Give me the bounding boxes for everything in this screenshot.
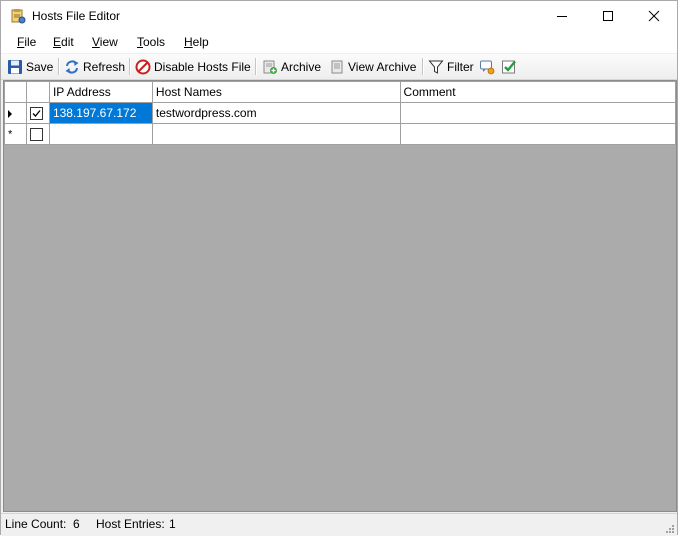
toolbar-separator bbox=[255, 58, 256, 75]
menu-bar: File Edit View Tools Help bbox=[1, 31, 677, 53]
new-row-indicator[interactable]: * bbox=[4, 123, 27, 145]
show-enabled-button[interactable] bbox=[498, 55, 520, 78]
filter-button[interactable]: Filter bbox=[425, 55, 477, 78]
toolbar-separator bbox=[129, 58, 130, 75]
hosts-table: IP Address Host Names Comment 138.197.67… bbox=[4, 81, 676, 145]
minimize-button[interactable] bbox=[539, 1, 585, 31]
refresh-button[interactable]: Refresh bbox=[61, 55, 128, 78]
new-row-marker: * bbox=[8, 128, 13, 141]
main-window: Hosts File Editor File Edit View Tools H… bbox=[0, 0, 678, 536]
enabled-checkbox[interactable] bbox=[29, 128, 43, 142]
view-archive-button[interactable]: View Archive bbox=[326, 55, 419, 78]
green-check-icon bbox=[502, 60, 516, 73]
menu-tools[interactable]: Tools bbox=[130, 31, 172, 53]
menu-help-label: elp bbox=[192, 35, 209, 49]
host-names-cell[interactable] bbox=[151, 123, 401, 145]
toolbar-separator bbox=[58, 58, 59, 75]
floppy-disk-icon bbox=[8, 59, 22, 74]
header-row: IP Address Host Names Comment bbox=[4, 81, 676, 103]
host-names-column-header[interactable]: Host Names bbox=[151, 81, 401, 103]
menu-help-accel: H bbox=[184, 35, 193, 49]
window-title: Hosts File Editor bbox=[32, 9, 121, 23]
save-button[interactable]: Save bbox=[4, 55, 56, 78]
line-count-value: 6 bbox=[73, 517, 80, 531]
ip-address-cell[interactable]: 138.197.67.172 bbox=[48, 102, 153, 124]
current-row-indicator[interactable] bbox=[4, 102, 27, 124]
resize-grip-icon[interactable] bbox=[665, 524, 675, 534]
menu-edit[interactable]: Edit bbox=[46, 31, 81, 53]
disable-hosts-file-button[interactable]: Disable Hosts File bbox=[132, 55, 254, 78]
menu-file[interactable]: File bbox=[10, 31, 43, 53]
row-arrow-icon bbox=[8, 109, 12, 118]
checkmark-icon bbox=[32, 110, 41, 118]
title-bar[interactable]: Hosts File Editor bbox=[1, 1, 677, 31]
refresh-arrows-icon bbox=[65, 59, 79, 74]
hosts-file-icon bbox=[11, 9, 26, 24]
host-names-cell[interactable]: testwordpress.com bbox=[151, 102, 401, 124]
hosts-grid[interactable]: IP Address Host Names Comment 138.197.67… bbox=[3, 80, 677, 512]
table-row[interactable]: 138.197.67.172 testwordpress.com bbox=[4, 102, 676, 124]
close-button[interactable] bbox=[631, 1, 677, 31]
comment-cell[interactable] bbox=[399, 102, 676, 124]
menu-file-label: ile bbox=[24, 35, 37, 49]
minimize-icon bbox=[557, 16, 567, 17]
enabled-cell[interactable] bbox=[25, 123, 50, 145]
comment-filter-icon bbox=[480, 60, 495, 74]
line-count-label: Line Count: bbox=[5, 517, 67, 531]
close-icon bbox=[648, 10, 660, 22]
new-row[interactable]: * bbox=[4, 123, 676, 145]
enabled-cell[interactable] bbox=[25, 102, 50, 124]
status-bar: Line Count: 6 Host Entries: 1 bbox=[1, 513, 677, 536]
maximize-icon bbox=[603, 11, 613, 21]
menu-edit-accel: E bbox=[53, 35, 62, 49]
comment-filter-button[interactable] bbox=[476, 55, 498, 78]
archive-view-icon bbox=[331, 60, 343, 73]
row-header-corner[interactable] bbox=[4, 81, 27, 103]
view-archive-label: View Archive bbox=[348, 59, 417, 74]
enabled-column-header[interactable] bbox=[25, 81, 50, 103]
menu-tools-label: ools bbox=[143, 35, 166, 49]
comment-cell[interactable] bbox=[399, 123, 676, 145]
toolbar-separator bbox=[422, 58, 423, 75]
toolbar: Save Refresh Disable Hosts File Archive … bbox=[1, 54, 677, 80]
menu-view-label: iew bbox=[99, 35, 118, 49]
refresh-label: Refresh bbox=[83, 59, 126, 74]
menu-view[interactable]: View bbox=[85, 31, 125, 53]
filter-label: Filter bbox=[447, 59, 474, 74]
ip-address-column-header[interactable]: IP Address bbox=[48, 81, 153, 103]
no-entry-icon bbox=[135, 59, 151, 74]
archive-add-icon bbox=[263, 60, 277, 74]
enabled-checkbox[interactable] bbox=[29, 107, 43, 121]
archive-label: Archive bbox=[281, 59, 322, 74]
funnel-icon bbox=[428, 60, 444, 74]
menu-help[interactable]: Help bbox=[177, 31, 216, 53]
host-entries-label: Host Entries: bbox=[96, 517, 165, 531]
comment-column-header[interactable]: Comment bbox=[399, 81, 676, 103]
host-entries-value: 1 bbox=[169, 517, 176, 531]
disable-hosts-file-label: Disable Hosts File bbox=[154, 59, 251, 74]
archive-button[interactable]: Archive bbox=[259, 55, 324, 78]
ip-address-cell[interactable] bbox=[48, 123, 153, 145]
menu-view-accel: V bbox=[92, 35, 100, 49]
save-label: Save bbox=[26, 59, 54, 74]
menu-edit-label: dit bbox=[61, 35, 74, 49]
maximize-button[interactable] bbox=[585, 1, 631, 31]
